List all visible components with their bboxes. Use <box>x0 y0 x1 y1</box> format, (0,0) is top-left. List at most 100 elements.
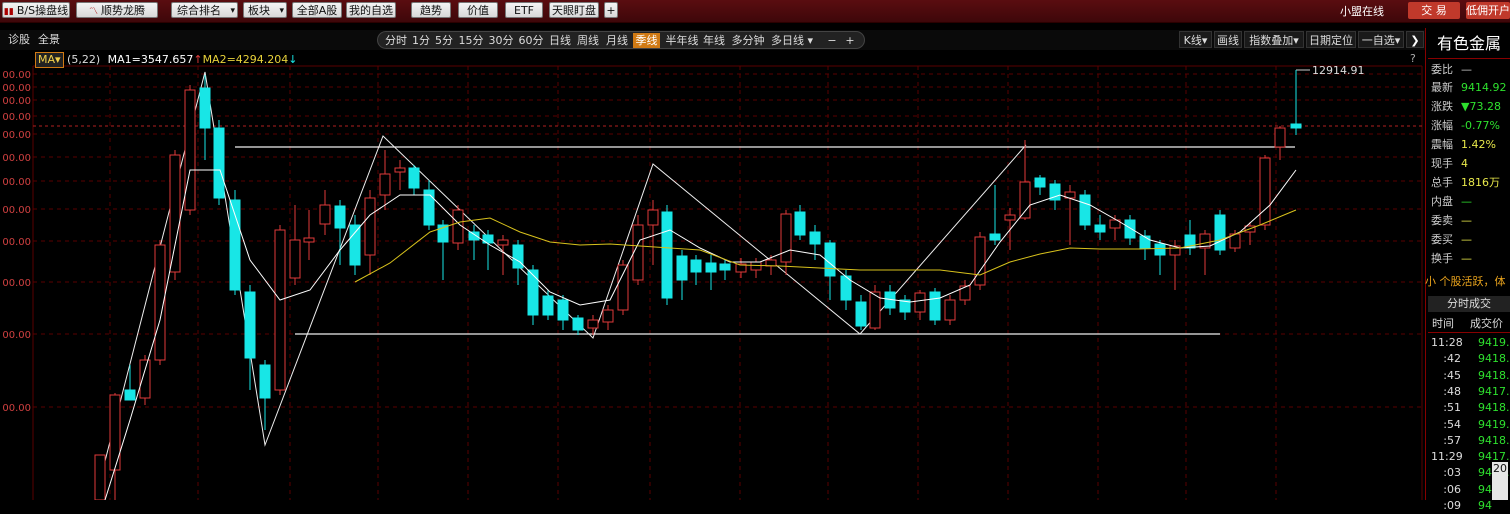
quote-row: 委卖 — <box>1431 211 1510 230</box>
quote-value: 4 <box>1461 157 1468 170</box>
candle-up <box>1019 181 1031 219</box>
sector-dropdown[interactable]: 板块 <box>243 2 287 18</box>
candle-up <box>944 299 956 321</box>
date-locate-button[interactable]: 日期定位 <box>1306 31 1356 48</box>
period-tab[interactable]: 分时 <box>382 33 410 48</box>
period-tab[interactable]: 月线 <box>605 33 629 48</box>
multi-day-label: 多日线 <box>770 34 804 47</box>
candle-up <box>303 237 315 243</box>
scrolling-ticker: 小 个股活跃，体 <box>1425 275 1506 288</box>
candle-down <box>719 263 731 271</box>
candle-down <box>705 262 717 273</box>
candle-down <box>1079 194 1091 226</box>
divider <box>1428 332 1510 333</box>
y-tick-label: 00.00 <box>2 330 31 341</box>
kline-chart[interactable]: 00.00 00.00 00.00 00.00 00.00 00.00 00.00 00.00… <box>0 50 1425 501</box>
high-marker-label: 12914.91 <box>1312 64 1365 77</box>
tick-price: 9418.7 <box>1478 433 1510 447</box>
zoom-out-button[interactable]: − <box>825 33 839 48</box>
chevron-right-icon: ❯ <box>1410 34 1420 47</box>
tick-price: 9418.3 <box>1478 401 1510 415</box>
period-tab[interactable]: 多分钟 <box>730 33 766 48</box>
rank-label: 综合排名 <box>177 4 221 17</box>
collapse-panel-button[interactable]: ❯ <box>1406 31 1424 48</box>
period-tab[interactable]: 60分 <box>518 33 544 48</box>
self-select-dropdown[interactable]: 一自选▾ <box>1358 31 1404 48</box>
draw-line-button[interactable]: 画线 <box>1214 31 1242 48</box>
quote-value: 9414.92 <box>1461 81 1507 94</box>
rank-dropdown[interactable]: 综合排名 <box>171 2 238 18</box>
candle-up <box>750 261 762 271</box>
quote-label: 内盘 <box>1431 195 1453 208</box>
ma-selector[interactable]: MA▾ <box>35 52 64 68</box>
trend-label: 趋势 <box>420 4 442 17</box>
value-button[interactable]: 价值 <box>458 2 498 18</box>
candle-down <box>1214 214 1226 251</box>
candle-down <box>989 233 1001 241</box>
trade-button[interactable]: 交 易 <box>1408 2 1460 19</box>
candle-down <box>349 224 361 266</box>
y-tick-label: 00.00 <box>2 278 31 289</box>
add-label: + <box>606 4 616 17</box>
candle-up <box>169 154 181 273</box>
kline-dropdown[interactable]: K线▾ <box>1179 31 1212 48</box>
period-tab-active[interactable]: 季线 <box>633 33 660 48</box>
ma-selector-label: MA <box>38 53 56 66</box>
candle-down <box>690 259 702 273</box>
tick-price: 9418.8 <box>1478 352 1510 366</box>
tick-time: :48 <box>1443 384 1461 398</box>
candle-up <box>587 319 599 329</box>
quote-value: — <box>1461 233 1472 246</box>
candle-down <box>542 295 554 316</box>
zoom-in-button[interactable]: + <box>843 33 857 48</box>
candle-down <box>259 364 271 399</box>
sky-eye-label: 天眼盯盘 <box>552 4 596 17</box>
my-watchlist-button[interactable]: 我的自选 <box>346 2 396 18</box>
index-overlay-label: 指数叠加 <box>1249 34 1294 47</box>
period-tab[interactable]: 周线 <box>576 33 600 48</box>
period-tab[interactable]: 1分 <box>411 33 431 48</box>
tick-time: :57 <box>1443 433 1461 447</box>
fullscreen-button[interactable]: 全景 <box>38 32 60 48</box>
period-selector: 分时 1分 5分 15分 30分 60分 日线 周线 月线 季线 半年线 年线 … <box>377 31 865 49</box>
period-tab[interactable]: 30分 <box>488 33 514 48</box>
quote-value: 1.42% <box>1461 138 1496 151</box>
period-tab[interactable]: 年线 <box>702 33 726 48</box>
all-a-shares-button[interactable]: 全部A股 <box>292 2 342 18</box>
candle-up <box>94 454 106 501</box>
trend-button[interactable]: 趋势 <box>411 2 451 18</box>
quote-label: 委比 <box>1431 63 1453 76</box>
y-tick-label: 00.00 <box>2 83 31 94</box>
add-button[interactable]: + <box>604 2 618 18</box>
tick-price-header: 成交价 <box>1470 317 1503 330</box>
diagnose-button[interactable]: 诊股 <box>8 32 30 48</box>
multi-day-dropdown[interactable]: 多日线 ▾ <box>770 33 814 48</box>
help-icon[interactable]: ? <box>1410 52 1416 65</box>
index-overlay-dropdown[interactable]: 指数叠加▾ <box>1244 31 1304 48</box>
quote-label: 涨幅 <box>1431 119 1453 132</box>
quote-label: 委买 <box>1431 233 1453 246</box>
low-commission-button[interactable]: 低佣开户 <box>1466 2 1510 19</box>
trend-dragon-button[interactable]: 〽顺势龙腾 <box>76 2 158 18</box>
period-tab[interactable]: 日线 <box>548 33 572 48</box>
candle-up <box>497 239 509 246</box>
quote-row: 最新 9414.92 <box>1431 78 1510 97</box>
top-toolbar: ▮▮B/S操盘线 〽顺势龙腾 综合排名 板块 全部A股 我的自选 趋势 价值 E… <box>0 0 1510 23</box>
candle-up <box>602 309 614 323</box>
bottom-tab[interactable]: 20 <box>1492 462 1508 500</box>
period-tab[interactable]: 半年线 <box>664 33 700 48</box>
candle-up <box>647 209 659 226</box>
candle-up <box>379 173 391 196</box>
bs-line-button[interactable]: ▮▮ B/S操盘线 <box>2 2 70 18</box>
tick-trades-header: 分时成交 <box>1428 296 1510 312</box>
period-tab[interactable]: 5分 <box>434 33 454 48</box>
candle-down <box>334 205 346 229</box>
sky-eye-button[interactable]: 天眼盯盘 <box>549 2 599 18</box>
candle-up <box>289 239 301 279</box>
trade-label: 交 易 <box>1421 4 1447 17</box>
period-tab[interactable]: 15分 <box>458 33 484 48</box>
my-watchlist-label: 我的自选 <box>349 4 393 17</box>
candle-up <box>1259 157 1271 226</box>
quote-label: 总手 <box>1431 176 1453 189</box>
etf-button[interactable]: ETF <box>505 2 543 18</box>
